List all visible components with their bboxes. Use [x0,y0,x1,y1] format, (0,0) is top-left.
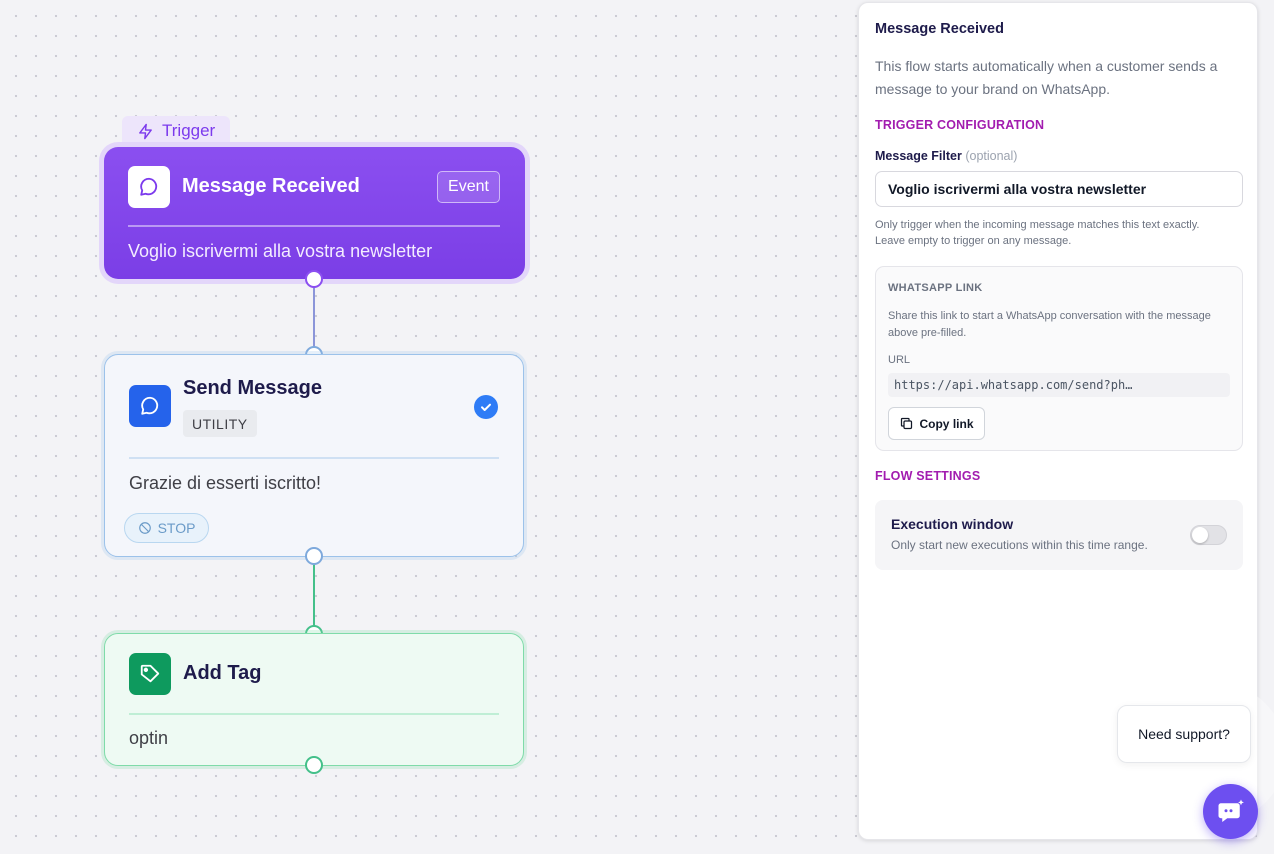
toggle-knob [1192,527,1208,543]
trigger-output-handle[interactable] [305,270,323,288]
lightning-icon [139,123,152,139]
send-output-handle[interactable] [305,547,323,565]
chat-bubble-icon [129,385,171,427]
send-message-node[interactable]: Send Message UTILITY Grazie di esserti i… [104,354,524,557]
event-badge: Event [437,171,500,203]
help-line-2: Leave empty to trigger on any message. [875,235,1072,247]
message-filter-help: Only trigger when the incoming message m… [875,217,1245,249]
node-title: Add Tag [183,662,262,684]
utility-badge: UTILITY [183,410,257,437]
copy-icon [901,417,913,430]
chat-sparkle-icon [1218,799,1244,822]
stop-badge[interactable]: STOP [124,513,209,543]
node-divider [129,713,499,715]
connector-trigger-send [313,287,315,347]
trigger-tag: Trigger [122,116,231,146]
tag-output-handle[interactable] [305,756,323,774]
tag-icon [129,653,171,695]
execution-window-title: Execution window [891,516,1014,532]
help-line-1: Only trigger when the incoming message m… [875,219,1200,231]
node-divider [129,457,499,459]
optional-hint: (optional) [965,149,1018,163]
node-body-text: Voglio iscrivermi alla vostra newsletter [128,241,433,261]
whatsapp-link-description: Share this link to start a WhatsApp conv… [888,310,1211,339]
execution-window-description: Only start new executions within this ti… [891,538,1148,552]
whatsapp-link-title: WHATSAPP LINK [888,282,983,294]
stop-icon [138,522,151,534]
message-filter-label-text: Message Filter [875,149,962,163]
node-title: Message Received [182,175,360,197]
panel-title: Message Received [875,21,1004,37]
section-trigger-configuration: TRIGGER CONFIGURATION [875,118,1045,132]
connector-send-tag [313,564,315,626]
chat-bubble-icon [128,166,170,208]
message-filter-input[interactable]: Voglio iscrivermi alla vostra newsletter [875,171,1243,207]
support-chat-button[interactable] [1203,784,1258,839]
check-circle-icon [474,395,498,419]
node-body-text: Grazie di esserti iscritto! [129,473,322,493]
stop-label: STOP [157,520,196,536]
trigger-node-message-received[interactable]: Message Received Event Voglio iscrivermi… [104,147,525,279]
panel-description: This flow starts automatically when a cu… [875,58,1218,97]
section-flow-settings: FLOW SETTINGS [875,469,981,483]
copy-link-button[interactable]: Copy link [888,407,985,440]
execution-window-toggle[interactable] [1190,525,1227,545]
whatsapp-link-box: WHATSAPP LINK Share this link to start a… [875,266,1243,451]
message-filter-label: Message Filter (optional) [875,149,1017,163]
node-title: Send Message [183,377,322,399]
node-divider [128,225,500,227]
execution-window-setting: Execution window Only start new executio… [875,500,1243,570]
add-tag-node[interactable]: Add Tag optin [104,633,524,766]
copy-link-label: Copy link [919,416,974,431]
url-label: URL [888,354,911,366]
whatsapp-url-field[interactable]: https://api.whatsapp.com/send?ph… [888,373,1230,397]
trigger-tag-label: Trigger [162,121,216,140]
need-support-bubble[interactable]: Need support? [1117,705,1251,763]
node-body-text: optin [129,728,169,748]
